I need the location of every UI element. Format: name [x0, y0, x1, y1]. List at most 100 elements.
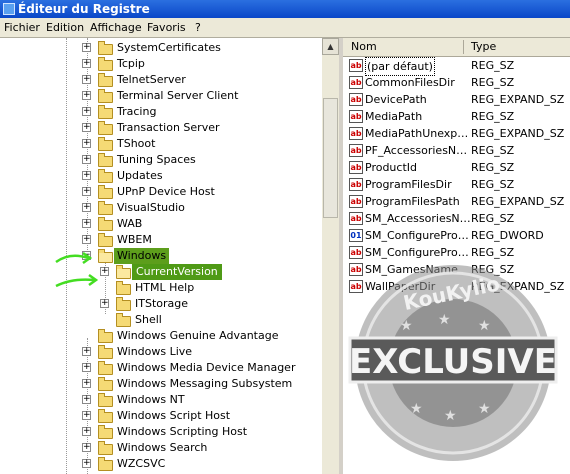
string-value-icon: ab: [349, 195, 363, 208]
tree-item-label: TelnetServer: [117, 73, 186, 86]
expand-icon[interactable]: +: [82, 155, 91, 164]
tree-item[interactable]: + WAB: [0, 216, 322, 232]
menu-fichier[interactable]: Fichier: [4, 21, 40, 34]
expand-icon[interactable]: +: [82, 75, 91, 84]
value-row[interactable]: ab CommonFilesDir REG_SZ: [343, 74, 570, 91]
tree-item[interactable]: + Windows Live: [0, 344, 322, 360]
expand-icon[interactable]: +: [82, 219, 91, 228]
tree-item[interactable]: + CurrentVersion: [0, 264, 322, 280]
value-type: REG_DWORD: [471, 229, 544, 242]
tree-item[interactable]: + SystemCertificates: [0, 40, 322, 56]
column-divider[interactable]: [463, 40, 464, 54]
tree-vertical-scrollbar[interactable]: ▲: [322, 38, 339, 474]
expand-icon[interactable]: +: [82, 443, 91, 452]
expand-icon[interactable]: +: [82, 427, 91, 436]
expand-icon[interactable]: +: [82, 459, 91, 468]
tree-item-label: WBEM: [117, 233, 152, 246]
folder-icon: [98, 377, 113, 391]
expand-icon[interactable]: +: [82, 59, 91, 68]
folder-icon: [98, 57, 113, 71]
expand-icon[interactable]: +: [82, 235, 91, 244]
value-row[interactable]: ab MediaPath REG_SZ: [343, 108, 570, 125]
exclusive-watermark-stamp: KouKylio ★ ★ ★ EXCLUSIVE ★ ★ ★: [348, 265, 558, 461]
folder-icon: [98, 361, 113, 375]
tree-item[interactable]: + TelnetServer: [0, 72, 322, 88]
tree-item[interactable]: Windows Genuine Advantage: [0, 328, 322, 344]
value-row[interactable]: ab DevicePath REG_EXPAND_SZ: [343, 91, 570, 108]
value-row[interactable]: ab (par défaut) REG_SZ: [343, 57, 570, 76]
menu-help[interactable]: ?: [195, 21, 201, 34]
tree-item-label: HTML Help: [135, 281, 195, 294]
value-row[interactable]: ab SM_AccessoriesN… REG_SZ: [343, 210, 570, 227]
expand-icon[interactable]: +: [82, 123, 91, 132]
tree-item[interactable]: + TShoot: [0, 136, 322, 152]
expand-icon[interactable]: +: [82, 411, 91, 420]
tree-item[interactable]: + ITStorage: [0, 296, 322, 312]
tree-item[interactable]: HTML Help: [0, 280, 322, 296]
expand-icon[interactable]: +: [82, 43, 91, 52]
tree-item[interactable]: + VisualStudio: [0, 200, 322, 216]
expand-icon[interactable]: +: [82, 139, 91, 148]
scroll-thumb[interactable]: [323, 98, 338, 218]
tree-item[interactable]: − Windows: [0, 248, 322, 264]
scroll-up-arrow-icon[interactable]: ▲: [322, 38, 339, 55]
expand-icon[interactable]: +: [82, 363, 91, 372]
tree-item[interactable]: + Windows Messaging Subsystem: [0, 376, 322, 392]
folder-icon: [116, 297, 131, 311]
tree-item[interactable]: + Windows Search: [0, 440, 322, 456]
tree-item[interactable]: + WZCSVC: [0, 456, 322, 472]
tree-item[interactable]: + WBEM: [0, 232, 322, 248]
folder-icon: [98, 457, 113, 471]
value-row[interactable]: ab ProductId REG_SZ: [343, 159, 570, 176]
expand-icon[interactable]: +: [82, 379, 91, 388]
registry-app-icon: [3, 3, 15, 15]
tree-item[interactable]: + UPnP Device Host: [0, 184, 322, 200]
expand-icon[interactable]: +: [82, 171, 91, 180]
tree-item[interactable]: + Updates: [0, 168, 322, 184]
registry-tree[interactable]: + SystemCertificates + Tcpip + TelnetServer + T…: [0, 38, 323, 474]
tree-item[interactable]: Shell: [0, 312, 322, 328]
star-icon: ★: [438, 312, 451, 328]
value-row[interactable]: 01 SM_ConfigurePro… REG_DWORD: [343, 227, 570, 244]
green-arrow-annotation: [55, 251, 99, 288]
column-type-header[interactable]: Type: [471, 40, 496, 53]
expand-icon[interactable]: +: [82, 187, 91, 196]
tree-item-label: Windows Scripting Host: [117, 425, 248, 438]
tree-item[interactable]: + Windows Scripting Host: [0, 424, 322, 440]
expand-icon[interactable]: +: [82, 91, 91, 100]
expand-icon[interactable]: +: [100, 299, 109, 308]
tree-item[interactable]: + Terminal Server Client: [0, 88, 322, 104]
tree-item-label: Windows Genuine Advantage: [117, 329, 279, 342]
menu-affichage[interactable]: Affichage: [90, 21, 142, 34]
menu-edition[interactable]: Edition: [46, 21, 84, 34]
tree-item[interactable]: + Tcpip: [0, 56, 322, 72]
string-value-icon: ab: [349, 161, 363, 174]
menu-favoris[interactable]: Favoris: [147, 21, 186, 34]
string-value-icon: ab: [349, 212, 363, 225]
expand-icon[interactable]: +: [82, 395, 91, 404]
value-name: PF_AccessoriesN…: [365, 144, 468, 157]
folder-icon: [98, 73, 113, 87]
tree-item[interactable]: + Tracing: [0, 104, 322, 120]
value-row[interactable]: ab ProgramFilesPath REG_EXPAND_SZ: [343, 193, 570, 210]
folder-icon: [98, 201, 113, 215]
value-row[interactable]: ab ProgramFilesDir REG_SZ: [343, 176, 570, 193]
value-row[interactable]: ab MediaPathUnexp… REG_EXPAND_SZ: [343, 125, 570, 142]
tree-item-label: CurrentVersion: [132, 264, 222, 280]
expand-icon[interactable]: +: [82, 203, 91, 212]
tree-item-label: Tcpip: [117, 57, 145, 70]
value-row[interactable]: ab PF_AccessoriesN… REG_SZ: [343, 142, 570, 159]
tree-item-label: Tuning Spaces: [117, 153, 196, 166]
folder-icon: [116, 281, 131, 295]
column-name-header[interactable]: Nom: [351, 40, 377, 53]
tree-item[interactable]: + Windows Script Host: [0, 408, 322, 424]
tree-item[interactable]: + Transaction Server: [0, 120, 322, 136]
tree-item[interactable]: + Windows Media Device Manager: [0, 360, 322, 376]
folder-icon: [98, 233, 113, 247]
tree-item[interactable]: + Windows NT: [0, 392, 322, 408]
expand-icon[interactable]: +: [82, 347, 91, 356]
expand-icon[interactable]: +: [82, 107, 91, 116]
tree-item[interactable]: + Tuning Spaces: [0, 152, 322, 168]
value-name: SM_AccessoriesN…: [365, 212, 471, 225]
string-value-icon: ab: [349, 144, 363, 157]
